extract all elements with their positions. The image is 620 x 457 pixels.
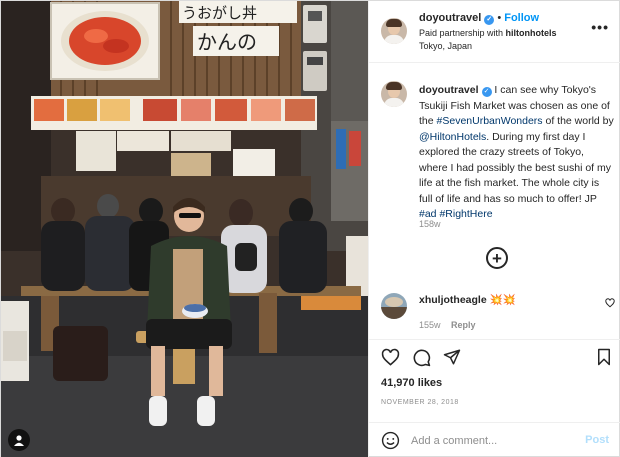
emoji-icon[interactable]	[381, 431, 400, 453]
post-details-panel: doyoutravel ✓ • Follow Paid partnership wit…	[368, 1, 620, 457]
post-actions: 41,970 likes NOVEMBER 28, 2018	[369, 341, 620, 421]
header-username[interactable]: doyoutravel	[419, 12, 481, 24]
commenter-avatar[interactable]	[381, 293, 407, 319]
verified-badge-icon: ✓	[484, 15, 495, 25]
comment-input[interactable]	[411, 433, 581, 449]
comment-timestamp[interactable]: 155w	[419, 320, 441, 330]
heart-icon[interactable]	[379, 346, 401, 368]
bookmark-icon[interactable]	[593, 346, 615, 368]
hashtag-sevenurbanwonders[interactable]: #SevenUrbanWonders	[437, 115, 543, 127]
partner-link[interactable]: hiltonhotels	[506, 28, 557, 38]
load-more-comments-icon[interactable]: +	[486, 247, 508, 269]
sign-text-1: うおがし丼	[182, 4, 257, 22]
sign-text-2: かんの	[197, 30, 257, 54]
reply-button[interactable]: Reply	[451, 320, 476, 330]
post-comment-button[interactable]: Post	[585, 434, 609, 446]
caption-username[interactable]: doyoutravel	[419, 84, 479, 96]
follow-button[interactable]: Follow	[504, 12, 539, 24]
partnership-prefix: Paid partnership with	[419, 28, 506, 38]
caption-text-2: of the world by	[542, 115, 614, 127]
instagram-post: うおがし丼 かんの 5	[0, 0, 620, 457]
comment-icon[interactable]	[410, 346, 432, 368]
share-icon[interactable]	[441, 346, 463, 368]
separator-dot: •	[497, 12, 502, 24]
post-header: doyoutravel ✓ • Follow Paid partnership wit…	[369, 1, 620, 63]
mention-hiltonhotels[interactable]: @HiltonHotels	[419, 131, 486, 143]
paid-partnership: Paid partnership with hiltonhotels	[419, 28, 557, 38]
avatar[interactable]	[381, 18, 407, 44]
more-options-icon[interactable]: •••	[591, 19, 609, 35]
comments-section: doyoutravel ✓ I can see why Tokyo's Tsuki…	[369, 64, 620, 340]
post-photo[interactable]: うおがし丼 かんの 5	[1, 1, 368, 457]
post-date[interactable]: NOVEMBER 28, 2018	[381, 399, 459, 406]
fish-market-scene: うおがし丼 かんの 5	[1, 1, 368, 457]
header-username-row: doyoutravel ✓ • Follow	[419, 12, 539, 25]
location-link[interactable]: Tokyo, Japan	[419, 41, 472, 51]
comment-row: xhuljotheagle 💥💥	[419, 293, 516, 306]
caption-timestamp[interactable]: 158w	[419, 219, 441, 229]
likes-count[interactable]: 41,970 likes	[381, 377, 442, 389]
hashtag-righthere[interactable]: #RightHere	[439, 208, 492, 220]
post-caption: doyoutravel ✓ I can see why Tokyo's Tsuki…	[419, 83, 615, 223]
verified-badge-icon: ✓	[481, 87, 492, 97]
comment-username[interactable]: xhuljotheagle	[419, 294, 487, 306]
comment-text: 💥💥	[486, 294, 516, 306]
tagged-user-icon[interactable]	[8, 429, 30, 451]
like-comment-heart-icon[interactable]	[605, 298, 615, 311]
caption-avatar[interactable]	[381, 81, 407, 107]
add-comment-bar: Post	[369, 422, 620, 457]
